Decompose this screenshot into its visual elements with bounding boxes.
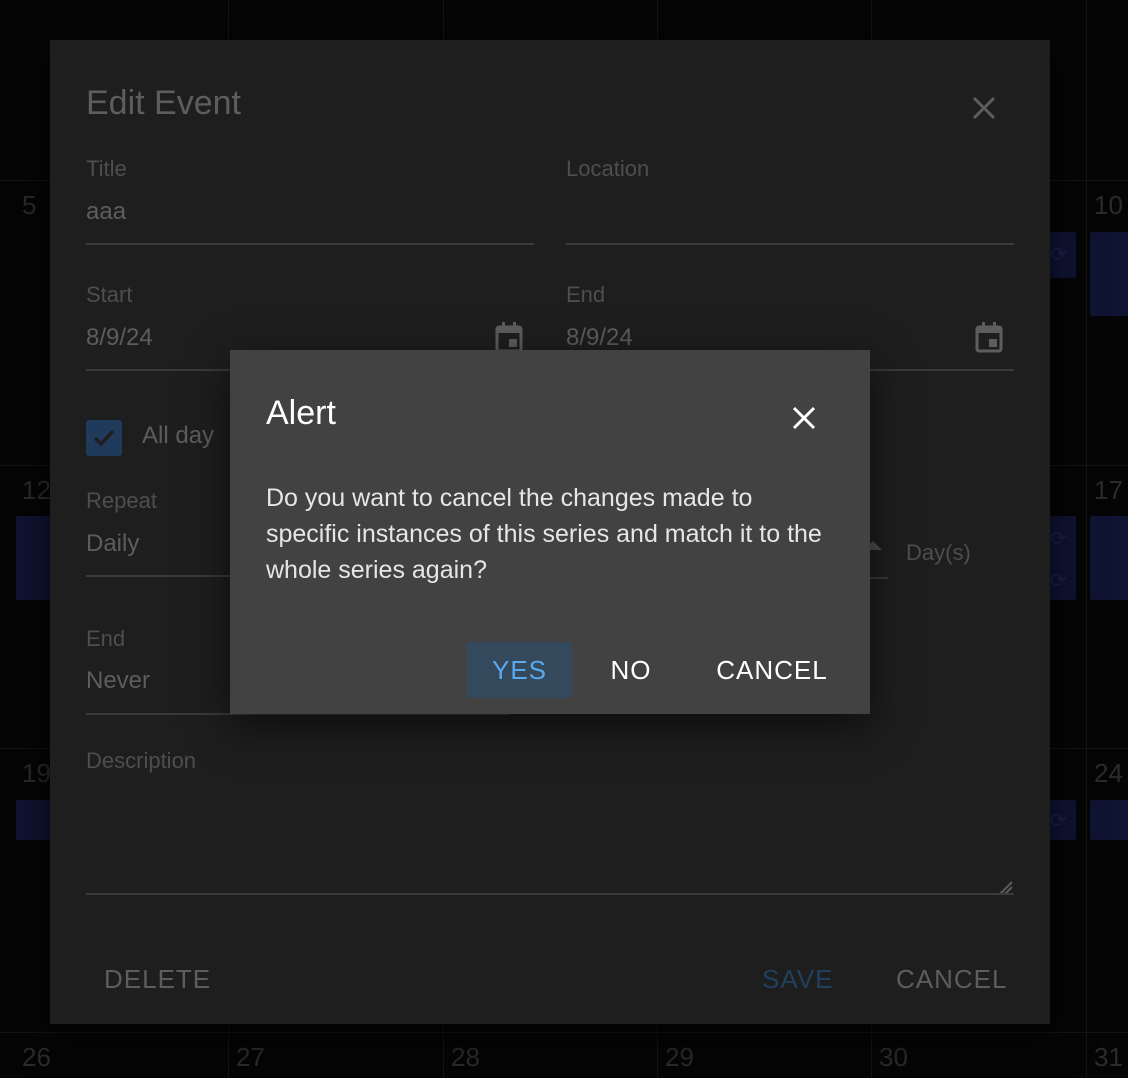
calendar-day-number[interactable]: 12 — [22, 475, 51, 506]
calendar-event[interactable]: ⟳ — [1046, 232, 1076, 278]
title-input[interactable]: aaa — [86, 198, 126, 226]
start-label: Start — [86, 282, 133, 307]
repeat-icon: ⟳ — [1050, 244, 1067, 266]
dialog-title: Edit Event — [86, 84, 241, 122]
calendar-day-number[interactable]: 10 — [1094, 190, 1123, 221]
calendar-day-number[interactable]: 5 — [22, 190, 36, 221]
calendar-event[interactable]: ⟳ ⟳ — [1046, 516, 1076, 600]
title-underline — [86, 243, 534, 245]
alert-message: Do you want to cancel the changes made t… — [266, 484, 822, 584]
close-icon[interactable] — [786, 400, 822, 436]
checkmark-icon — [93, 429, 115, 447]
title-label: Title — [86, 156, 127, 181]
calendar-day-number[interactable]: 24 — [1094, 758, 1123, 789]
calendar-day-number[interactable]: 27 — [236, 1042, 265, 1073]
calendar-day-number[interactable]: 26 — [22, 1042, 51, 1073]
delete-button[interactable]: DELETE — [104, 964, 211, 995]
calendar-day-number[interactable]: 31 — [1094, 1042, 1123, 1073]
no-button[interactable]: NO — [592, 642, 670, 698]
calendar-event[interactable] — [1090, 232, 1128, 316]
repeat-select[interactable]: Daily — [86, 530, 139, 558]
repeat-end-select[interactable]: Never — [86, 667, 150, 695]
calendar-event[interactable] — [1090, 516, 1128, 600]
calendar-grid-line — [0, 1032, 1128, 1033]
close-icon[interactable] — [966, 90, 1002, 126]
alert-title: Alert — [266, 394, 336, 432]
description-underline — [86, 893, 1014, 895]
yes-button[interactable]: YES — [467, 642, 572, 698]
end-label: End — [566, 282, 606, 307]
interval-unit-label: Day(s) — [906, 540, 971, 565]
calendar-day-number[interactable]: 28 — [451, 1042, 480, 1073]
all-day-checkbox[interactable] — [86, 420, 122, 456]
calendar-day-number[interactable]: 17 — [1094, 475, 1123, 506]
description-label: Description — [86, 748, 197, 773]
calendar-day-number[interactable]: 19 — [22, 758, 51, 789]
repeat-end-label: End — [86, 626, 126, 651]
repeat-icon: ⟳ — [1050, 810, 1067, 832]
alert-cancel-button[interactable]: CANCEL — [702, 642, 842, 698]
repeat-icon: ⟳ — [1050, 528, 1067, 550]
calendar-grid-line — [1086, 0, 1087, 1078]
location-label: Location — [566, 156, 650, 181]
location-underline — [566, 243, 1014, 245]
calendar-icon[interactable] — [974, 322, 1004, 354]
repeat-label: Repeat — [86, 488, 157, 513]
alert-dialog: Alert Do you want to cancel the changes … — [230, 350, 870, 714]
calendar-event[interactable]: ⟳ — [1046, 800, 1076, 840]
edit-cancel-button[interactable]: CANCEL — [896, 964, 1007, 995]
calendar-day-number[interactable]: 30 — [879, 1042, 908, 1073]
end-date-input[interactable]: 8/9/24 — [566, 324, 633, 352]
start-date-input[interactable]: 8/9/24 — [86, 324, 153, 352]
all-day-label: All day — [142, 422, 215, 449]
calendar-event[interactable] — [1090, 800, 1128, 840]
repeat-off-icon: ⟳ — [1050, 570, 1067, 592]
save-button[interactable]: SAVE — [762, 964, 833, 995]
calendar-day-number[interactable]: 29 — [665, 1042, 694, 1073]
